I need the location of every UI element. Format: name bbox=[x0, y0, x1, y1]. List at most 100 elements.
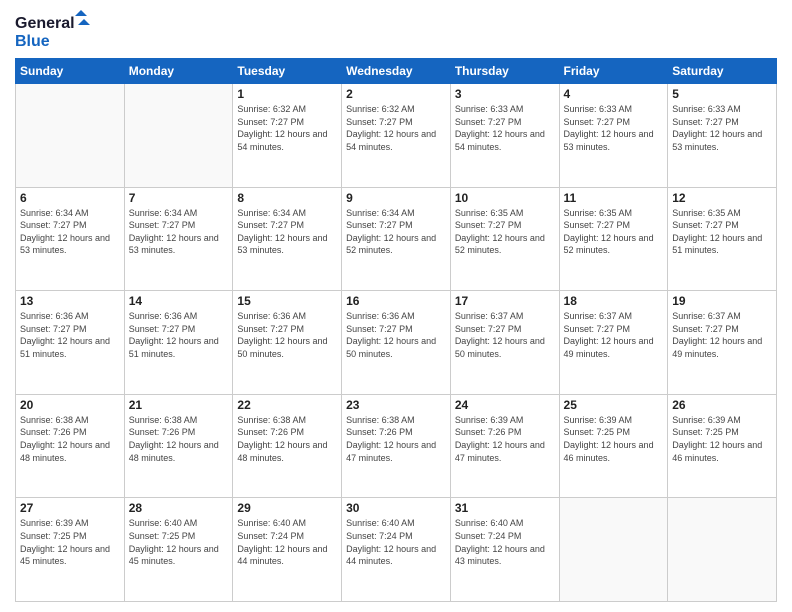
table-row: 5 Sunrise: 6:33 AM Sunset: 7:27 PM Daylig… bbox=[668, 84, 777, 188]
day-number: 10 bbox=[455, 191, 555, 205]
day-number: 26 bbox=[672, 398, 772, 412]
day-number: 22 bbox=[237, 398, 337, 412]
day-info: Sunrise: 6:33 AM Sunset: 7:27 PM Dayligh… bbox=[564, 103, 664, 153]
day-number: 24 bbox=[455, 398, 555, 412]
header-saturday: Saturday bbox=[668, 59, 777, 84]
calendar-week-row: 1 Sunrise: 6:32 AM Sunset: 7:27 PM Daylig… bbox=[16, 84, 777, 188]
table-row: 23Sunrise: 6:38 AM Sunset: 7:26 PM Dayli… bbox=[342, 394, 451, 498]
day-number: 6 bbox=[20, 191, 120, 205]
day-number: 9 bbox=[346, 191, 446, 205]
table-row: 14Sunrise: 6:36 AM Sunset: 7:27 PM Dayli… bbox=[124, 291, 233, 395]
day-info: Sunrise: 6:40 AM Sunset: 7:24 PM Dayligh… bbox=[346, 517, 446, 567]
calendar-week-row: 20 Sunrise: 6:38 AM Sunset: 7:26 PM Dayli… bbox=[16, 394, 777, 498]
table-row: 18 Sunrise: 6:37 AM Sunset: 7:27 PM Dayli… bbox=[559, 291, 668, 395]
table-row: 20 Sunrise: 6:38 AM Sunset: 7:26 PM Dayli… bbox=[16, 394, 125, 498]
day-number: 12 bbox=[672, 191, 772, 205]
table-row: 2Sunrise: 6:32 AM Sunset: 7:27 PM Daylig… bbox=[342, 84, 451, 188]
day-info: Sunrise: 6:38 AM Sunset: 7:26 PM Dayligh… bbox=[237, 414, 337, 464]
day-info: Sunrise: 6:32 AM Sunset: 7:27 PM Dayligh… bbox=[346, 103, 446, 153]
header-sunday: Sunday bbox=[16, 59, 125, 84]
day-info: Sunrise: 6:34 AM Sunset: 7:27 PM Dayligh… bbox=[237, 207, 337, 257]
calendar-page: GeneralBlue Sunday Monday Tuesday Wednes… bbox=[0, 0, 792, 612]
day-info: Sunrise: 6:38 AM Sunset: 7:26 PM Dayligh… bbox=[129, 414, 229, 464]
day-info: Sunrise: 6:37 AM Sunset: 7:27 PM Dayligh… bbox=[455, 310, 555, 360]
table-row: 7 Sunrise: 6:34 AM Sunset: 7:27 PM Daylig… bbox=[124, 187, 233, 291]
day-info: Sunrise: 6:37 AM Sunset: 7:27 PM Dayligh… bbox=[564, 310, 664, 360]
table-row: 12 Sunrise: 6:35 AM Sunset: 7:27 PM Dayli… bbox=[668, 187, 777, 291]
table-row: 19Sunrise: 6:37 AM Sunset: 7:27 PM Dayli… bbox=[668, 291, 777, 395]
calendar-week-row: 6 Sunrise: 6:34 AM Sunset: 7:27 PM Daylig… bbox=[16, 187, 777, 291]
svg-text:Blue: Blue bbox=[15, 33, 50, 50]
day-number: 5 bbox=[672, 87, 772, 101]
table-row bbox=[124, 84, 233, 188]
table-row: 25 Sunrise: 6:39 AM Sunset: 7:25 PM Dayli… bbox=[559, 394, 668, 498]
day-number: 25 bbox=[564, 398, 664, 412]
day-info: Sunrise: 6:40 AM Sunset: 7:24 PM Dayligh… bbox=[455, 517, 555, 567]
table-row: 27 Sunrise: 6:39 AM Sunset: 7:25 PM Dayli… bbox=[16, 498, 125, 602]
header-tuesday: Tuesday bbox=[233, 59, 342, 84]
day-info: Sunrise: 6:38 AM Sunset: 7:26 PM Dayligh… bbox=[346, 414, 446, 464]
calendar-week-row: 13 Sunrise: 6:36 AM Sunset: 7:27 PM Dayli… bbox=[16, 291, 777, 395]
table-row bbox=[668, 498, 777, 602]
svg-text:General: General bbox=[15, 15, 75, 32]
day-info: Sunrise: 6:38 AM Sunset: 7:26 PM Dayligh… bbox=[20, 414, 120, 464]
day-info: Sunrise: 6:34 AM Sunset: 7:27 PM Dayligh… bbox=[129, 207, 229, 257]
day-info: Sunrise: 6:39 AM Sunset: 7:25 PM Dayligh… bbox=[20, 517, 120, 567]
calendar-table: Sunday Monday Tuesday Wednesday Thursday… bbox=[15, 58, 777, 602]
day-info: Sunrise: 6:34 AM Sunset: 7:27 PM Dayligh… bbox=[346, 207, 446, 257]
day-number: 7 bbox=[129, 191, 229, 205]
table-row: 17 Sunrise: 6:37 AM Sunset: 7:27 PM Dayli… bbox=[450, 291, 559, 395]
day-info: Sunrise: 6:33 AM Sunset: 7:27 PM Dayligh… bbox=[455, 103, 555, 153]
table-row: 31 Sunrise: 6:40 AM Sunset: 7:24 PM Dayli… bbox=[450, 498, 559, 602]
calendar-week-row: 27 Sunrise: 6:39 AM Sunset: 7:25 PM Dayli… bbox=[16, 498, 777, 602]
page-header: GeneralBlue bbox=[15, 10, 777, 50]
day-number: 15 bbox=[237, 294, 337, 308]
day-info: Sunrise: 6:35 AM Sunset: 7:27 PM Dayligh… bbox=[564, 207, 664, 257]
day-info: Sunrise: 6:35 AM Sunset: 7:27 PM Dayligh… bbox=[455, 207, 555, 257]
table-row: 4 Sunrise: 6:33 AM Sunset: 7:27 PM Daylig… bbox=[559, 84, 668, 188]
day-number: 11 bbox=[564, 191, 664, 205]
table-row: 21 Sunrise: 6:38 AM Sunset: 7:26 PM Dayli… bbox=[124, 394, 233, 498]
day-number: 27 bbox=[20, 501, 120, 515]
table-row: 13Sunrise: 6:36 AM Sunset: 7:27 PM Dayli… bbox=[16, 291, 125, 395]
day-info: Sunrise: 6:36 AM Sunset: 7:27 PM Dayligh… bbox=[129, 310, 229, 360]
table-row: 29Sunrise: 6:40 AM Sunset: 7:24 PM Dayli… bbox=[233, 498, 342, 602]
weekday-header-row: Sunday Monday Tuesday Wednesday Thursday… bbox=[16, 59, 777, 84]
day-number: 20 bbox=[20, 398, 120, 412]
table-row bbox=[559, 498, 668, 602]
header-monday: Monday bbox=[124, 59, 233, 84]
day-number: 28 bbox=[129, 501, 229, 515]
table-row: 15Sunrise: 6:36 AM Sunset: 7:27 PM Dayli… bbox=[233, 291, 342, 395]
table-row: 16Sunrise: 6:36 AM Sunset: 7:27 PM Dayli… bbox=[342, 291, 451, 395]
table-row: 10 Sunrise: 6:35 AM Sunset: 7:27 PM Dayli… bbox=[450, 187, 559, 291]
day-number: 17 bbox=[455, 294, 555, 308]
day-number: 18 bbox=[564, 294, 664, 308]
day-number: 31 bbox=[455, 501, 555, 515]
table-row: 11 Sunrise: 6:35 AM Sunset: 7:27 PM Dayli… bbox=[559, 187, 668, 291]
day-number: 16 bbox=[346, 294, 446, 308]
header-friday: Friday bbox=[559, 59, 668, 84]
table-row: 22 Sunrise: 6:38 AM Sunset: 7:26 PM Dayli… bbox=[233, 394, 342, 498]
day-info: Sunrise: 6:32 AM Sunset: 7:27 PM Dayligh… bbox=[237, 103, 337, 153]
day-info: Sunrise: 6:33 AM Sunset: 7:27 PM Dayligh… bbox=[672, 103, 772, 153]
day-number: 4 bbox=[564, 87, 664, 101]
day-info: Sunrise: 6:39 AM Sunset: 7:26 PM Dayligh… bbox=[455, 414, 555, 464]
day-number: 1 bbox=[237, 87, 337, 101]
day-info: Sunrise: 6:37 AM Sunset: 7:27 PM Dayligh… bbox=[672, 310, 772, 360]
table-row: 30Sunrise: 6:40 AM Sunset: 7:24 PM Dayli… bbox=[342, 498, 451, 602]
table-row: 6 Sunrise: 6:34 AM Sunset: 7:27 PM Daylig… bbox=[16, 187, 125, 291]
table-row: 1 Sunrise: 6:32 AM Sunset: 7:27 PM Daylig… bbox=[233, 84, 342, 188]
table-row: 9 Sunrise: 6:34 AM Sunset: 7:27 PM Daylig… bbox=[342, 187, 451, 291]
table-row: 26 Sunrise: 6:39 AM Sunset: 7:25 PM Dayli… bbox=[668, 394, 777, 498]
day-number: 13 bbox=[20, 294, 120, 308]
day-number: 21 bbox=[129, 398, 229, 412]
day-number: 3 bbox=[455, 87, 555, 101]
table-row: 28Sunrise: 6:40 AM Sunset: 7:25 PM Dayli… bbox=[124, 498, 233, 602]
day-info: Sunrise: 6:35 AM Sunset: 7:27 PM Dayligh… bbox=[672, 207, 772, 257]
day-info: Sunrise: 6:34 AM Sunset: 7:27 PM Dayligh… bbox=[20, 207, 120, 257]
day-info: Sunrise: 6:39 AM Sunset: 7:25 PM Dayligh… bbox=[672, 414, 772, 464]
day-info: Sunrise: 6:40 AM Sunset: 7:24 PM Dayligh… bbox=[237, 517, 337, 567]
day-info: Sunrise: 6:39 AM Sunset: 7:25 PM Dayligh… bbox=[564, 414, 664, 464]
day-number: 8 bbox=[237, 191, 337, 205]
logo-svg: GeneralBlue bbox=[15, 10, 95, 50]
